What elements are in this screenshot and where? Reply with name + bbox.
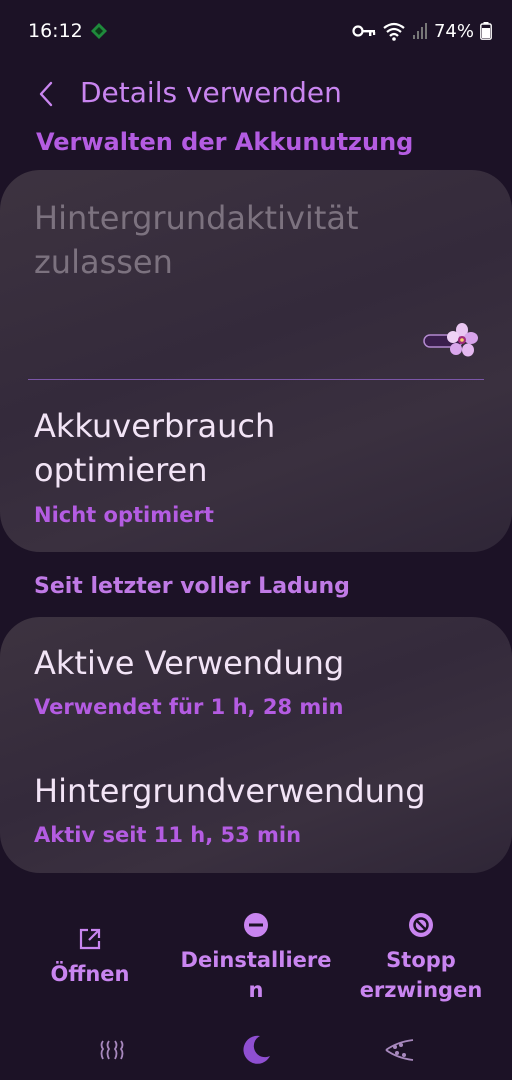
home-moon-icon [243,1035,270,1064]
home-button[interactable] [236,1030,276,1070]
vpn-key-icon [352,25,376,37]
divider [28,379,484,380]
open-label: Öffnen [50,962,130,986]
open-external-icon [79,928,101,950]
uninstall-label: Deinstalliere n [180,948,332,1002]
flower-thumb-icon [423,323,478,357]
optimize-battery-title: Akkuverbrauch optimieren [34,407,276,489]
navigation-bar [0,1020,512,1080]
force-stop-label: Stopp erzwingen [359,948,483,1002]
chevron-left-icon [39,81,53,107]
open-button[interactable]: Öffnen [40,925,140,989]
background-activity-toggle[interactable] [422,322,478,362]
wifi-icon [383,22,405,41]
block-circle-icon [409,913,433,937]
battery-settings-card: Hintergrundaktivität zulassen Akkuverbra… [0,170,512,552]
battery-icon [480,22,492,40]
back-icon [385,1039,414,1061]
status-time: 16:12 [28,20,83,42]
battery-percentage: 74% [433,20,474,42]
page-title: Details verwenden [80,76,342,109]
status-icons: 74% [352,18,492,44]
minus-circle-icon [244,913,268,937]
bottom-action-bar: Öffnen Deinstalliere n Stopp erzwingen [0,905,512,1015]
system-back-button[interactable] [380,1030,420,1070]
app-bar: Details verwenden [0,64,512,126]
active-use-title: Aktive Verwendung [34,644,345,682]
background-use-title: Hintergrundverwendung [34,772,426,810]
signal-icon [412,23,427,39]
recents-button[interactable] [92,1030,132,1070]
optimize-battery-status: Nicht optimiert [34,503,214,527]
section-header-since-charge: Seit letzter voller Ladung [34,574,350,599]
background-use-value: Aktiv seit 11 h, 53 min [34,823,302,847]
usage-card: Aktive Verwendung Verwendet für 1 h, 28 … [0,617,512,873]
active-use-value: Verwendet für 1 h, 28 min [34,695,344,719]
recents-icon [100,1040,124,1060]
back-button[interactable] [30,78,62,110]
force-stop-button[interactable]: Stopp erzwingen [356,911,486,1005]
uninstall-button[interactable]: Deinstalliere n [180,911,332,1005]
section-header-battery-management: Verwalten der Akkunutzung [36,128,414,156]
status-bar: 16:12 74% [0,0,512,64]
app-notification-icon [91,23,107,39]
background-activity-title: Hintergrundaktivität zulassen [34,199,359,281]
